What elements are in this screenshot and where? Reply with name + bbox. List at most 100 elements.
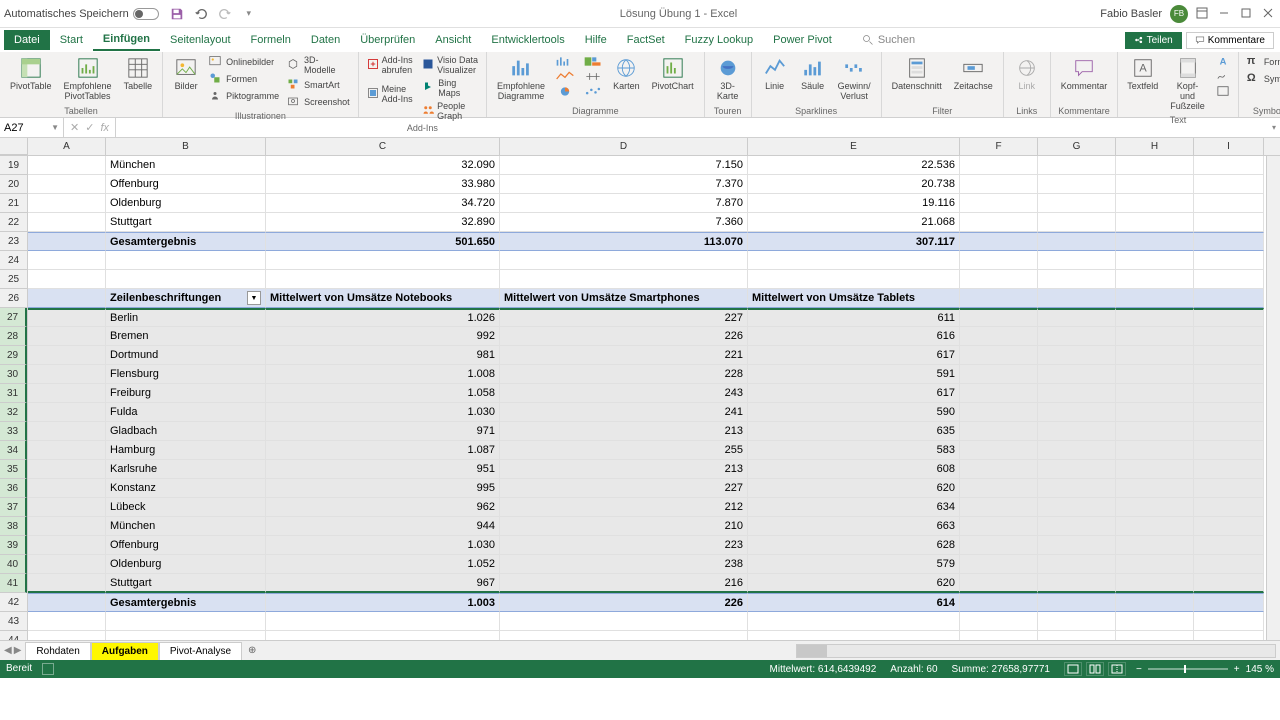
cell[interactable]	[1038, 327, 1116, 346]
cell[interactable]: 22.536	[748, 156, 960, 175]
redo-icon[interactable]	[217, 6, 233, 22]
cell[interactable]	[1116, 612, 1194, 631]
cell[interactable]: Zeilenbeschriftungen▼	[106, 289, 266, 308]
cell[interactable]	[28, 441, 106, 460]
cell[interactable]	[1194, 270, 1264, 289]
column-header-H[interactable]: H	[1116, 138, 1194, 155]
cell[interactable]	[28, 251, 106, 270]
cell[interactable]	[960, 232, 1038, 251]
cell[interactable]	[1116, 536, 1194, 555]
cell[interactable]	[1116, 593, 1194, 612]
row-header[interactable]: 29	[0, 346, 27, 365]
cell[interactable]	[28, 308, 106, 327]
table-row[interactable]: Flensburg1.008228591	[28, 365, 1280, 384]
cell[interactable]	[960, 574, 1038, 593]
tab-entwicklertools[interactable]: Entwicklertools	[481, 30, 574, 50]
cell[interactable]: 944	[266, 517, 500, 536]
cell[interactable]	[28, 270, 106, 289]
column-header-E[interactable]: E	[748, 138, 960, 155]
cell[interactable]	[748, 270, 960, 289]
cell[interactable]	[1038, 289, 1116, 308]
cell[interactable]	[960, 422, 1038, 441]
row-header[interactable]: 39	[0, 536, 27, 555]
cell[interactable]	[748, 631, 960, 640]
cell[interactable]: München	[106, 517, 266, 536]
row-header[interactable]: 44	[0, 631, 27, 640]
cell[interactable]	[1116, 156, 1194, 175]
cell[interactable]: Gladbach	[106, 422, 266, 441]
screenshot-button[interactable]: Screenshot	[285, 94, 352, 110]
tab-daten[interactable]: Daten	[301, 30, 350, 50]
table-row[interactable]: Offenburg33.9807.37020.738	[28, 175, 1280, 194]
cell[interactable]	[28, 289, 106, 308]
cell[interactable]	[960, 498, 1038, 517]
shapes-button[interactable]: Formen	[207, 71, 281, 87]
cell[interactable]	[1038, 422, 1116, 441]
cell[interactable]	[1116, 213, 1194, 232]
toggle-icon[interactable]	[133, 8, 159, 20]
comment-button[interactable]: Kommentar	[1057, 54, 1112, 94]
cell[interactable]	[28, 213, 106, 232]
table-row[interactable]: Berlin1.026227611	[28, 308, 1280, 327]
row-header[interactable]: 41	[0, 574, 27, 593]
cell[interactable]	[960, 460, 1038, 479]
cell[interactable]	[1038, 555, 1116, 574]
horizontal-scrollbar[interactable]	[796, 644, 1276, 658]
cell[interactable]: Konstanz	[106, 479, 266, 498]
sheet-nav-prev-icon[interactable]: ◀	[4, 645, 12, 656]
cell[interactable]	[106, 251, 266, 270]
column-header-G[interactable]: G	[1038, 138, 1116, 155]
cell[interactable]: 616	[748, 327, 960, 346]
pictures-button[interactable]: Bilder	[169, 54, 203, 94]
fx-icon[interactable]: fx	[100, 122, 109, 134]
cancel-formula-icon[interactable]: ✕	[70, 121, 79, 134]
chart-line-button[interactable]	[553, 69, 577, 84]
table-row[interactable]: Karlsruhe951213608	[28, 460, 1280, 479]
header-footer-button[interactable]: Kopf- und Fußzeile	[1165, 54, 1210, 114]
cell[interactable]	[1116, 517, 1194, 536]
cell[interactable]: 620	[748, 574, 960, 593]
cell[interactable]	[1038, 612, 1116, 631]
cell[interactable]	[1194, 175, 1264, 194]
cell[interactable]: 241	[500, 403, 748, 422]
bing-maps-button[interactable]: Bing Maps	[420, 77, 480, 99]
row-header[interactable]: 43	[0, 612, 27, 631]
cell[interactable]	[1038, 574, 1116, 593]
cell[interactable]	[1116, 194, 1194, 213]
tab-factset[interactable]: FactSet	[617, 30, 675, 50]
cell[interactable]: 33.980	[266, 175, 500, 194]
cell[interactable]: 307.117	[748, 232, 960, 251]
cell[interactable]	[1116, 232, 1194, 251]
cell[interactable]: 1.030	[266, 536, 500, 555]
cell[interactable]	[960, 308, 1038, 327]
cell[interactable]: Hamburg	[106, 441, 266, 460]
cell[interactable]	[1194, 536, 1264, 555]
cell[interactable]: Mittelwert von Umsätze Notebooks	[266, 289, 500, 308]
cell[interactable]	[266, 612, 500, 631]
cell[interactable]	[960, 175, 1038, 194]
cell[interactable]	[1194, 346, 1264, 365]
expand-formula-icon[interactable]: ▾	[1268, 123, 1280, 132]
cell[interactable]	[500, 251, 748, 270]
row-header[interactable]: 31	[0, 384, 27, 403]
cell[interactable]	[960, 612, 1038, 631]
cell[interactable]	[1038, 213, 1116, 232]
cell[interactable]	[1194, 631, 1264, 640]
cell[interactable]: Stuttgart	[106, 213, 266, 232]
cell[interactable]: 1.052	[266, 555, 500, 574]
cell[interactable]: Mittelwert von Umsätze Smartphones	[500, 289, 748, 308]
object-button[interactable]	[1214, 84, 1232, 98]
cell[interactable]	[960, 213, 1038, 232]
table-row[interactable]: Freiburg1.058243617	[28, 384, 1280, 403]
cell[interactable]: 238	[500, 555, 748, 574]
cell[interactable]: 7.150	[500, 156, 748, 175]
cell[interactable]	[1194, 194, 1264, 213]
cell[interactable]: München	[106, 156, 266, 175]
cell[interactable]	[500, 612, 748, 631]
cell[interactable]: 501.650	[266, 232, 500, 251]
cell[interactable]: 223	[500, 536, 748, 555]
cell[interactable]	[1038, 270, 1116, 289]
minimize-icon[interactable]	[1218, 7, 1232, 21]
table-row[interactable]: Gesamtergebnis501.650113.070307.117	[28, 232, 1280, 251]
cell[interactable]	[960, 346, 1038, 365]
